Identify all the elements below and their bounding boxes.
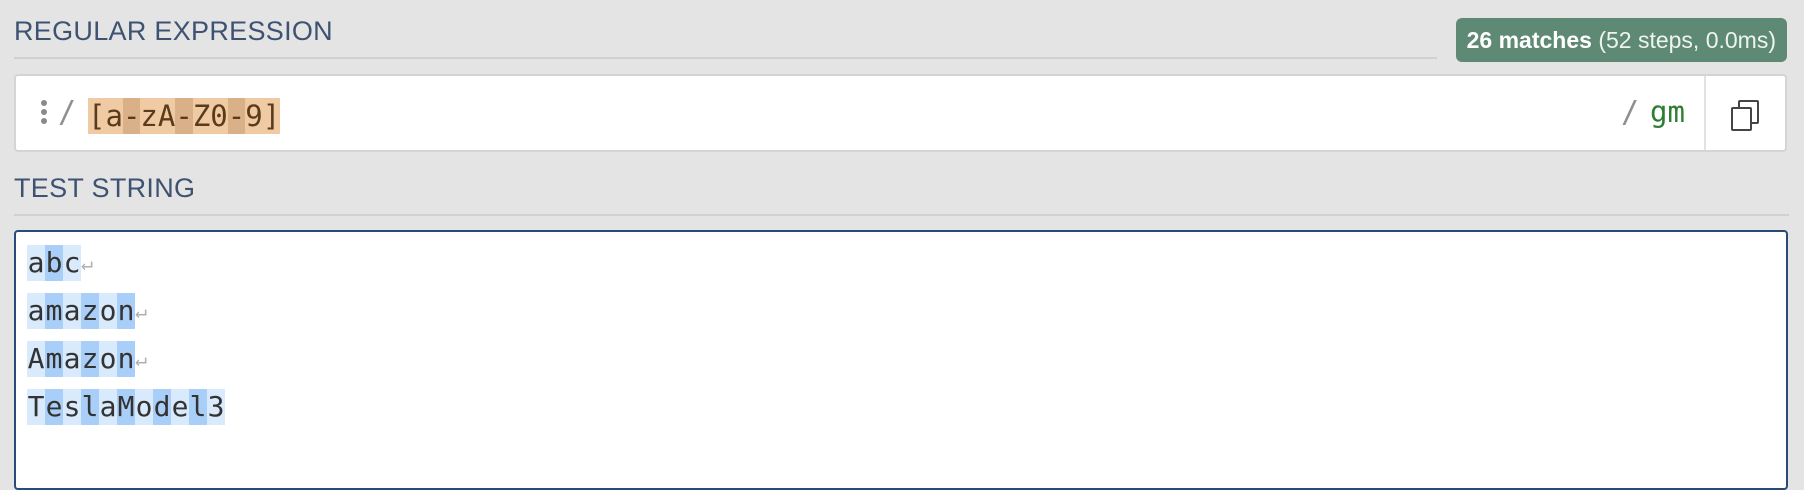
regex-token: 9 xyxy=(245,98,263,134)
match-char: d xyxy=(153,389,171,425)
test-line: Am a z o n ↵ xyxy=(27,341,1775,377)
match-char: T xyxy=(27,389,45,425)
match-char: a xyxy=(99,389,117,425)
match-steps-detail: (52 steps, 0.0ms) xyxy=(1598,27,1776,53)
regex-token: ] xyxy=(262,98,281,134)
regex-input-box[interactable]: / [a-zA-Z0-9] / gm xyxy=(14,74,1787,152)
test-line: TeslaModel3 xyxy=(27,389,1775,425)
regex-token: Z xyxy=(192,98,211,134)
copy-button[interactable] xyxy=(1706,76,1785,150)
match-char: l xyxy=(81,389,99,425)
match-char: e xyxy=(45,389,63,425)
match-char: o xyxy=(99,293,117,329)
test-line: a m a z o n ↵ xyxy=(27,293,1775,329)
match-char: b xyxy=(45,245,63,281)
test-line: a b c ↵ xyxy=(27,245,1775,281)
regex-token: - xyxy=(227,98,246,134)
test-line-text: abc xyxy=(27,245,81,281)
regex-token: - xyxy=(175,98,193,134)
newline-marker: ↵ xyxy=(135,299,148,323)
test-line-text: Amazon xyxy=(27,341,135,377)
test-line-text: TeslaModel3 xyxy=(27,389,225,425)
regex-token: z xyxy=(140,98,158,134)
regex-open-delimiter: / xyxy=(58,95,77,130)
regex-token: [ xyxy=(88,98,106,134)
match-char: A xyxy=(27,341,45,377)
match-char: a xyxy=(27,245,45,281)
match-char: m xyxy=(45,341,63,377)
regex-section-title: REGULAR EXPRESSION xyxy=(14,16,333,46)
match-char: n xyxy=(117,341,135,377)
match-char: m xyxy=(45,293,63,329)
match-char: e xyxy=(171,389,189,425)
match-char: o xyxy=(135,389,153,425)
match-char: z xyxy=(81,341,99,377)
regex-token: 0 xyxy=(210,98,228,134)
match-char: n xyxy=(117,293,135,329)
regex-token: - xyxy=(122,98,141,134)
kebab-menu-icon[interactable] xyxy=(40,100,48,128)
match-char: o xyxy=(99,341,117,377)
match-count: 26 matches xyxy=(1466,27,1592,53)
match-char: c xyxy=(63,245,81,281)
regex-flags[interactable]: gm xyxy=(1650,95,1685,129)
regex-close-delimiter: / xyxy=(1621,95,1640,130)
regex-token: A xyxy=(157,98,176,134)
test-line-text: amazon xyxy=(27,293,135,329)
match-char: M xyxy=(117,389,135,425)
match-char: l xyxy=(189,389,207,425)
test-string-editor[interactable]: a b c ↵ a m a z o n ↵ Am a z o n ↵ Te s l a Mo d e l 3 xyxy=(14,230,1788,490)
test-title-divider xyxy=(14,214,1789,216)
regex-token: a xyxy=(105,98,123,134)
match-char: s xyxy=(63,389,81,425)
match-info-badge: 26 matches (52 steps, 0.0ms) xyxy=(1455,18,1787,62)
match-char: z xyxy=(81,293,99,329)
match-char: a xyxy=(27,293,45,329)
newline-marker: ↵ xyxy=(81,251,94,275)
regex-pattern-input[interactable]: [a-zA-Z0-9] xyxy=(88,98,281,134)
match-char: a xyxy=(63,293,81,329)
newline-marker: ↵ xyxy=(135,347,148,371)
test-string-section-title: TEST STRING xyxy=(14,173,196,203)
match-char: 3 xyxy=(207,389,225,425)
regex-title-divider xyxy=(14,57,1437,59)
match-char: a xyxy=(63,341,81,377)
